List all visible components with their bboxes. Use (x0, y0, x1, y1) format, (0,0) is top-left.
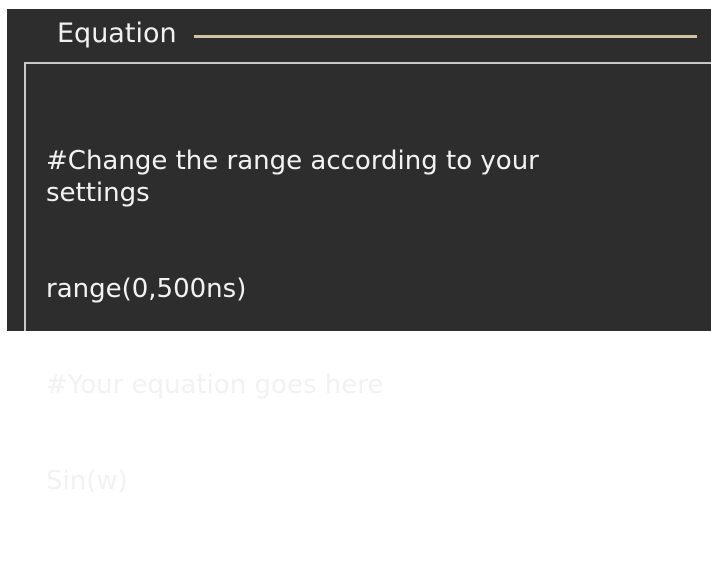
editor-line-comment-range: #Change the range according to your sett… (46, 146, 548, 208)
equation-editor[interactable]: #Change the range according to your sett… (24, 62, 711, 496)
editor-line-range: range(0,500ns) (46, 274, 247, 304)
equation-group-header: Equation (57, 16, 177, 52)
equation-group-title: Equation (57, 18, 177, 49)
equation-editor-text[interactable]: #Change the range according to your sett… (46, 81, 606, 561)
group-title-divider (194, 35, 697, 38)
editor-line-comment-equation: #Your equation goes here (46, 370, 384, 400)
editor-line-equation: Sin(w) (46, 466, 128, 496)
